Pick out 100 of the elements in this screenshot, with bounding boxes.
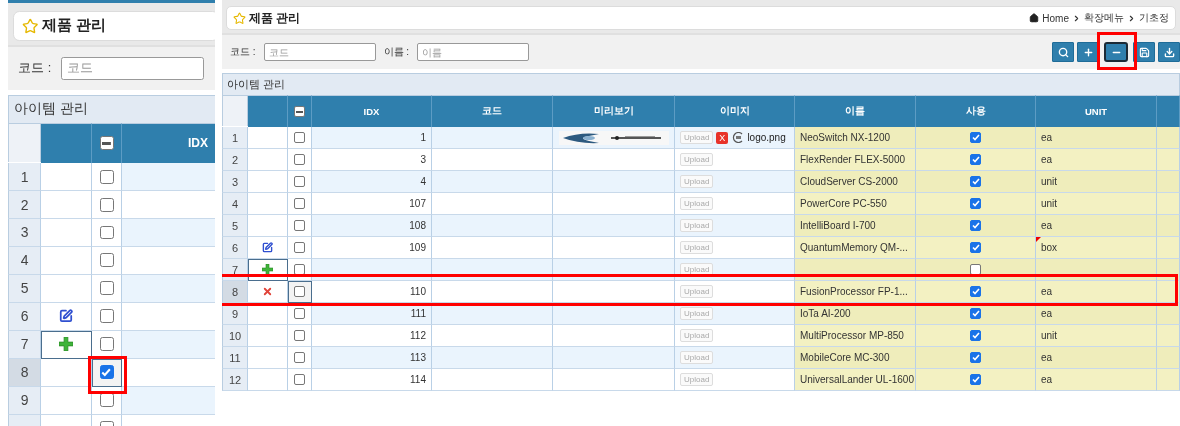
- column-header[interactable]: IDX: [312, 95, 432, 127]
- checkbox[interactable]: [970, 264, 981, 275]
- table-cell: [1157, 347, 1180, 369]
- download-icon: [1163, 46, 1175, 58]
- upload-button[interactable]: Upload: [680, 197, 714, 210]
- checkbox[interactable]: [294, 242, 305, 253]
- search-button[interactable]: [1052, 42, 1074, 62]
- table-cell: [1157, 325, 1180, 347]
- row-number: 9: [8, 386, 41, 415]
- checkbox[interactable]: [99, 136, 114, 151]
- checkbox[interactable]: [970, 132, 981, 143]
- upload-button[interactable]: Upload: [680, 307, 714, 320]
- checkbox[interactable]: [99, 253, 114, 268]
- checkbox[interactable]: [99, 309, 114, 324]
- checkbox[interactable]: [99, 169, 114, 184]
- upload-button[interactable]: Upload: [680, 241, 714, 254]
- upload-button[interactable]: Upload: [680, 373, 714, 386]
- table-cell: FusionProcessor FP-1...: [795, 281, 916, 303]
- checkbox[interactable]: [294, 154, 305, 165]
- search-field[interactable]: 코드: [61, 57, 204, 80]
- checkbox[interactable]: [970, 286, 981, 297]
- table-cell: 3: [312, 149, 432, 171]
- checkbox[interactable]: [294, 176, 305, 187]
- table-cell: NeoSwitch NX-1200: [795, 127, 916, 149]
- column-header[interactable]: 이미지: [675, 95, 795, 127]
- checkbox[interactable]: [99, 365, 114, 380]
- table-cell: [1157, 237, 1180, 259]
- star-icon[interactable]: [21, 17, 39, 35]
- checkbox[interactable]: [294, 374, 305, 385]
- section-title: 아이템 관리: [8, 95, 215, 123]
- remove-button[interactable]: X: [716, 131, 729, 144]
- remove-button[interactable]: [1104, 42, 1128, 62]
- plus-icon[interactable]: [262, 264, 273, 275]
- search-icon: [1057, 46, 1069, 58]
- breadcrumb-link[interactable]: Home: [1042, 12, 1069, 24]
- checkbox[interactable]: [970, 154, 981, 165]
- save-button[interactable]: [1133, 42, 1155, 62]
- checkbox[interactable]: [294, 286, 305, 297]
- checkbox[interactable]: [294, 308, 305, 319]
- breadcrumb-link[interactable]: 기초정: [1139, 11, 1169, 25]
- table-cell: 114: [312, 369, 432, 391]
- table-cell: QuantumMemory QM-...: [795, 237, 916, 259]
- star-icon[interactable]: [233, 11, 246, 25]
- checkbox[interactable]: [970, 330, 981, 341]
- delete-icon[interactable]: [262, 286, 273, 297]
- checkbox[interactable]: [294, 198, 305, 209]
- table-cell: [1157, 215, 1180, 237]
- column-header[interactable]: 사용: [916, 95, 1036, 127]
- column-header[interactable]: UNIT: [1036, 95, 1157, 127]
- column-header[interactable]: 이름: [795, 95, 916, 127]
- edit-icon[interactable]: [262, 242, 273, 253]
- column-header[interactable]: 미리보기: [553, 95, 675, 127]
- search-field[interactable]: 이름: [417, 43, 530, 61]
- checkbox[interactable]: [970, 176, 981, 187]
- upload-button[interactable]: Upload: [680, 285, 714, 298]
- checkbox[interactable]: [294, 132, 305, 143]
- home-icon: [1029, 13, 1040, 23]
- upload-button[interactable]: Upload: [680, 351, 714, 364]
- checkbox[interactable]: [970, 308, 981, 319]
- table-cell: 107: [312, 193, 432, 215]
- search-field[interactable]: 코드: [263, 43, 376, 61]
- checkbox[interactable]: [99, 337, 114, 352]
- table-cell: [1157, 369, 1180, 391]
- table-cell: 109: [312, 237, 432, 259]
- row-number: 3: [8, 219, 41, 247]
- checkbox[interactable]: [970, 374, 981, 385]
- row-number: 8: [222, 281, 248, 303]
- checkbox[interactable]: [970, 352, 981, 363]
- checkbox[interactable]: [294, 352, 305, 363]
- column-header[interactable]: IDX: [122, 122, 215, 164]
- checkbox[interactable]: [294, 220, 305, 231]
- table-cell: ea: [1036, 215, 1157, 237]
- download-button[interactable]: [1158, 42, 1180, 62]
- breadcrumb-link[interactable]: 확장메뉴: [1084, 11, 1124, 25]
- checkbox[interactable]: [970, 220, 981, 231]
- add-button[interactable]: [1077, 42, 1099, 62]
- checkbox[interactable]: [99, 197, 114, 212]
- checkbox[interactable]: [294, 264, 305, 275]
- row-number: 2: [8, 191, 41, 219]
- edit-icon[interactable]: [58, 309, 73, 324]
- upload-button[interactable]: Upload: [680, 131, 714, 144]
- table-cell: 113: [312, 347, 432, 369]
- section-title: 아이템 관리: [222, 73, 1180, 95]
- plus-icon[interactable]: [58, 337, 73, 352]
- upload-button[interactable]: Upload: [680, 329, 714, 342]
- upload-button[interactable]: Upload: [680, 153, 714, 166]
- checkbox[interactable]: [99, 225, 114, 240]
- page-title: 제품 관리: [249, 9, 301, 27]
- row-number: 11: [222, 347, 248, 369]
- checkbox[interactable]: [970, 198, 981, 209]
- table-cell: ea: [1036, 281, 1157, 303]
- checkbox[interactable]: [99, 281, 114, 296]
- upload-button[interactable]: Upload: [680, 219, 714, 232]
- checkbox[interactable]: [970, 242, 981, 253]
- upload-button[interactable]: Upload: [680, 175, 714, 188]
- checkbox[interactable]: [294, 106, 305, 117]
- column-header[interactable]: 코드: [432, 95, 553, 127]
- table-cell: [1157, 149, 1180, 171]
- checkbox[interactable]: [294, 330, 305, 341]
- row-number: 6: [8, 302, 41, 331]
